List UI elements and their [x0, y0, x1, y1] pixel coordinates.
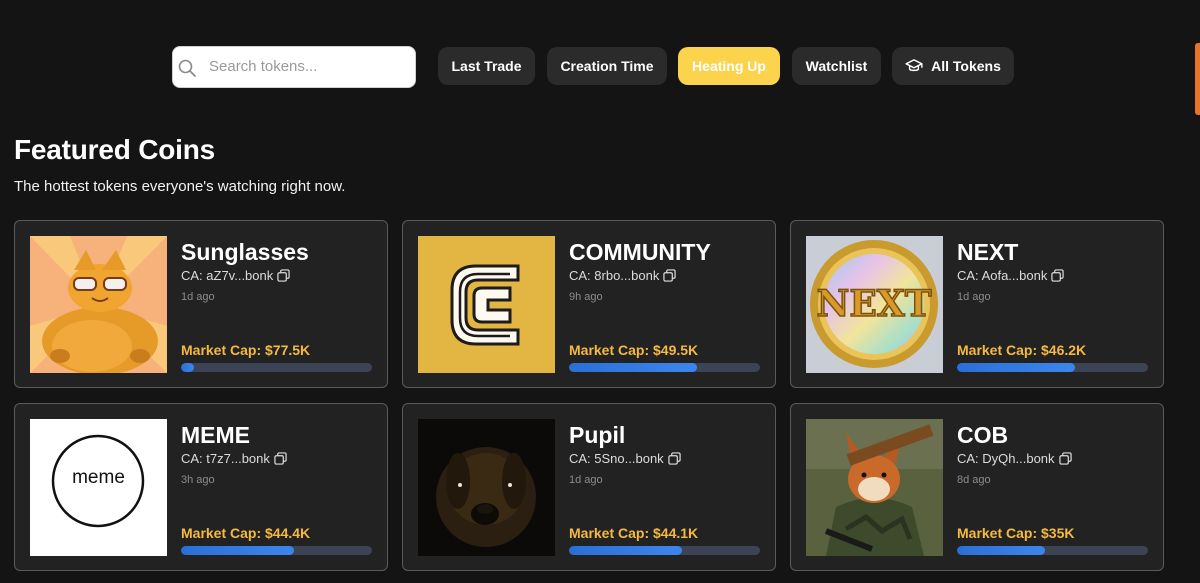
contract-address-text: CA: 8rbo...bonk [569, 268, 660, 283]
svg-text:NEXT: NEXT [816, 283, 931, 325]
coin-age: 1d ago [957, 291, 991, 303]
coin-age: 1d ago [181, 291, 215, 303]
copy-icon[interactable] [277, 269, 290, 282]
contract-address: CA: aZ7v...bonk [181, 268, 290, 283]
copy-icon[interactable] [1051, 269, 1065, 282]
search-box[interactable] [172, 45, 416, 88]
progress-fill [569, 363, 697, 372]
coin-image-cob [806, 419, 943, 556]
coin-name: Sunglasses [181, 239, 309, 265]
progress-fill [181, 363, 195, 372]
watchlist-button[interactable]: Watchlist [792, 47, 881, 85]
coin-name: COB [957, 422, 1009, 448]
copy-icon[interactable] [663, 269, 677, 282]
coin-card-meme[interactable]: meme MEME CA: t7z7...bonk 3h ago Market … [14, 403, 388, 571]
coin-age: 3h ago [181, 474, 215, 486]
progress-fill [957, 546, 1045, 555]
contract-address-text: CA: 5Sno...bonk [569, 451, 664, 466]
coin-name: MEME [181, 422, 250, 448]
contract-address: CA: t7z7...bonk [181, 451, 287, 466]
heating-up-button[interactable]: Heating Up [678, 47, 780, 85]
all-tokens-button[interactable]: All Tokens [892, 47, 1014, 85]
coin-name: NEXT [957, 239, 1019, 265]
section-title: Featured Coins [14, 134, 216, 165]
contract-address-text: CA: t7z7...bonk [181, 451, 270, 466]
contract-address-text: CA: DyQh...bonk [957, 451, 1055, 466]
market-cap: Market Cap: $77.5K [181, 342, 311, 358]
bonding-progress-bar [957, 546, 1148, 555]
search-input[interactable] [209, 46, 409, 87]
contract-address: CA: 5Sno...bonk [569, 451, 681, 466]
coin-age: 8d ago [957, 474, 991, 486]
section-subtitle: The hottest tokens everyone's watching r… [14, 178, 346, 195]
bonding-progress-bar [181, 363, 372, 372]
contract-address-text: CA: Aofa...bonk [957, 268, 1048, 283]
coin-age: 9h ago [569, 291, 603, 303]
filter-toolbar: Last Trade Creation Time Heating Up Watc… [172, 45, 1014, 88]
coin-name: Pupil [569, 422, 626, 448]
coin-card-community[interactable]: COMMUNITY CA: 8rbo...bonk 9h ago Market … [402, 220, 776, 388]
market-cap: Market Cap: $49.5K [569, 342, 699, 358]
progress-fill [957, 363, 1076, 372]
search-icon [178, 59, 196, 77]
progress-fill [569, 546, 682, 555]
market-cap: Market Cap: $35K [957, 525, 1075, 541]
scrollbar-thumb[interactable] [1195, 43, 1200, 115]
bonding-progress-bar [181, 546, 372, 555]
coin-card-cob[interactable]: COB CA: DyQh...bonk 8d ago Market Cap: $… [790, 403, 1164, 571]
bonding-progress-bar [569, 546, 760, 555]
copy-icon[interactable] [667, 452, 681, 465]
market-cap: Market Cap: $46.2K [957, 342, 1087, 358]
market-cap: Market Cap: $44.4K [181, 525, 311, 541]
contract-address: CA: 8rbo...bonk [569, 268, 677, 283]
all-tokens-label: All Tokens [931, 58, 1001, 74]
coin-card-next[interactable]: NEXT NEXT CA: Aofa...bonk 1d ago Market … [790, 220, 1164, 388]
meme-logo-text: meme [72, 467, 125, 488]
last-trade-button[interactable]: Last Trade [438, 47, 535, 85]
market-cap: Market Cap: $44.1K [569, 525, 699, 541]
contract-address: CA: Aofa...bonk [957, 268, 1065, 283]
copy-icon[interactable] [1058, 452, 1072, 465]
coin-card-pupil[interactable]: Pupil CA: 5Sno...bonk 1d ago Market Cap:… [402, 403, 776, 571]
contract-address: CA: DyQh...bonk [957, 451, 1072, 466]
copy-icon[interactable] [274, 452, 287, 465]
bonding-progress-bar [569, 363, 760, 372]
coin-image-pupil [418, 419, 555, 556]
progress-fill [181, 546, 294, 555]
coin-name: COMMUNITY [569, 239, 711, 265]
bonding-progress-bar [957, 363, 1148, 372]
coin-image-meme: meme [30, 419, 167, 556]
contract-address-text: CA: aZ7v...bonk [181, 268, 274, 283]
coin-image-sunglasses [30, 236, 167, 373]
coin-image-community [418, 236, 555, 373]
coin-card-sunglasses[interactable]: Sunglasses CA: aZ7v...bonk 1d ago Market… [14, 220, 388, 388]
coin-image-next: NEXT [806, 236, 943, 373]
coin-age: 1d ago [569, 474, 603, 486]
creation-time-button[interactable]: Creation Time [547, 47, 667, 85]
graduation-cap-icon [905, 59, 923, 72]
